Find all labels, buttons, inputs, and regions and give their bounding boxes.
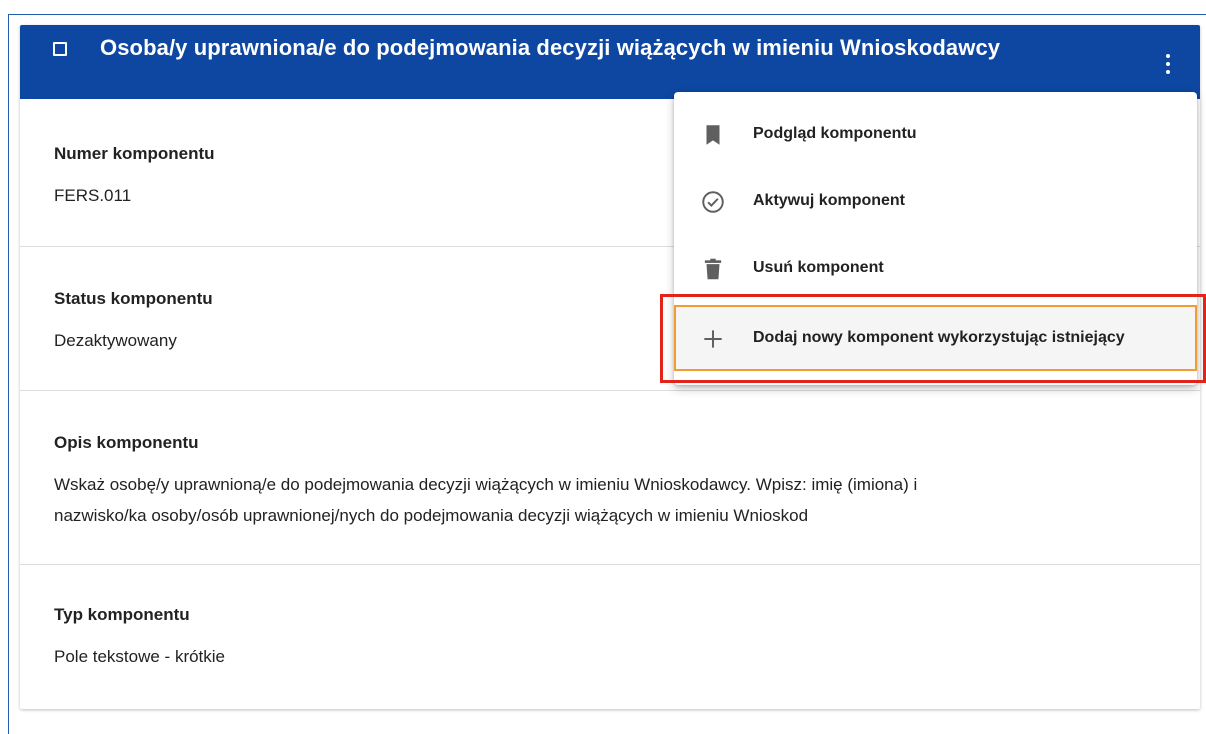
status-value: Dezaktywowany [54,331,177,350]
menu-item-label: Usuń komponent [753,259,884,276]
menu-item-label: Aktywuj komponent [753,192,906,209]
menu-item-activate[interactable]: Aktywuj komponent [674,171,1197,233]
number-label: Numer komponentu [54,144,215,163]
plus-icon [704,330,722,348]
description-label: Opis komponentu [54,433,199,452]
menu-item-label: Dodaj nowy komponent wykorzystując istni… [753,329,1125,346]
description-line-1: Wskaż osobę/y uprawnioną/e do podejmowan… [54,475,918,494]
type-value: Pole tekstowe - krótkie [54,647,226,666]
more-options-icon[interactable] [1162,51,1174,77]
menu-item-delete[interactable]: Usuń komponent [674,238,1197,300]
type-section: Typ komponentu Pole tekstowe - krótkie [20,565,1200,709]
description-line-2: nazwisko/ka osoby/osób uprawnionej/nych … [54,506,809,525]
status-label: Status komponentu [54,289,213,308]
trash-icon [704,258,722,280]
menu-item-preview[interactable]: Podgląd komponentu [674,104,1197,166]
card-title: Osoba/y uprawniona/e do podejmowania dec… [100,35,1001,60]
card-header: Osoba/y uprawniona/e do podejmowania dec… [20,25,1200,99]
bookmark-icon [706,125,720,145]
menu-item-label: Podgląd komponentu [753,125,917,142]
check-circle-icon [702,191,724,213]
description-section: Opis komponentu Wskaż osobę/y uprawnioną… [20,391,1200,565]
menu-item-add-from-existing[interactable]: Dodaj nowy komponent wykorzystując istni… [674,305,1197,371]
number-value: FERS.011 [54,186,132,205]
type-label: Typ komponentu [54,605,190,624]
